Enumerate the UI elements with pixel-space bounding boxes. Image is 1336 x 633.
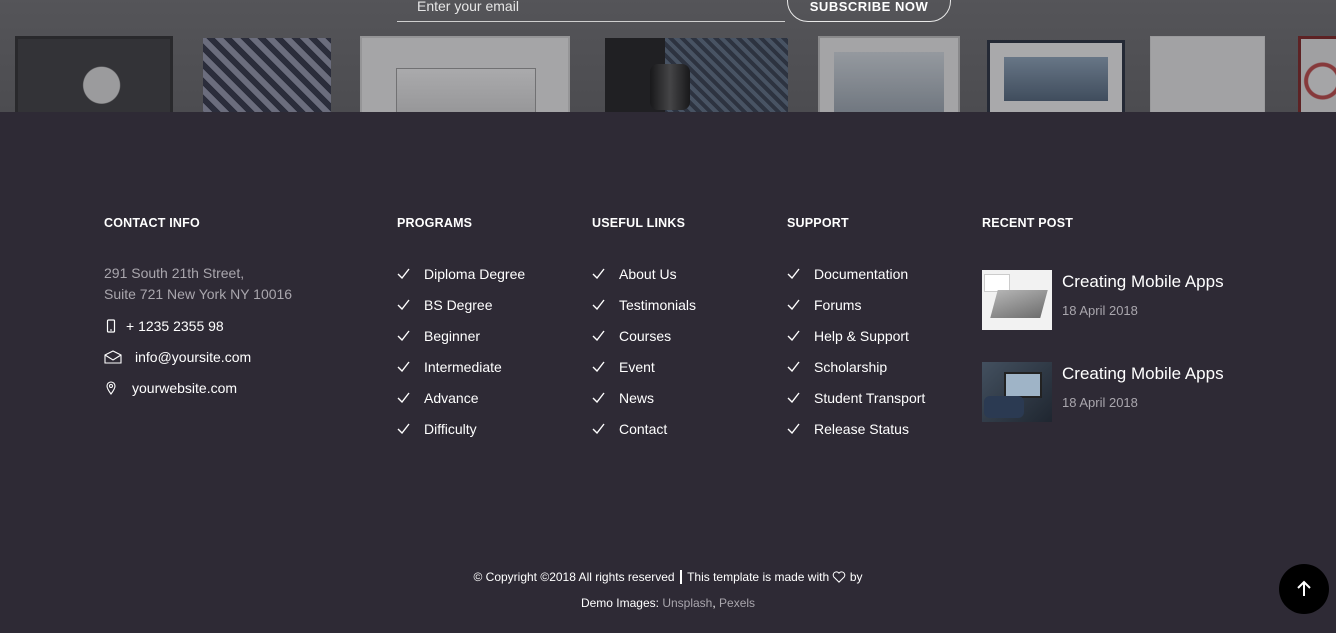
support-column: SUPPORT Documentation Forums Help & Supp… (787, 216, 967, 449)
programs-link[interactable]: Diploma Degree (397, 263, 577, 284)
phone-number: + 1235 2355 98 (126, 317, 224, 334)
support-link[interactable]: Help & Support (787, 325, 967, 346)
check-icon (397, 361, 424, 372)
post-thumbnail[interactable] (982, 362, 1052, 422)
newsletter-form: SUBSCRIBE NOW (397, 0, 957, 24)
programs-list: Diploma Degree BS Degree Beginner Interm… (397, 263, 577, 439)
useful-links-heading: USEFUL LINKS (592, 216, 686, 230)
check-icon (787, 423, 814, 434)
made-with-text: This template is made with (687, 570, 830, 584)
gallery-banner: SUBSCRIBE NOW (0, 0, 1336, 112)
post-date: 18 April 2018 (1062, 303, 1138, 318)
map-pin-icon (104, 380, 132, 395)
support-link[interactable]: Documentation (787, 263, 967, 284)
heart-icon (832, 571, 846, 586)
arrow-up-icon (1295, 580, 1313, 598)
programs-link[interactable]: Beginner (397, 325, 577, 346)
email-row[interactable]: info@yoursite.com (104, 346, 364, 367)
check-icon (787, 361, 814, 372)
check-icon (787, 268, 814, 279)
check-icon (397, 423, 424, 434)
copyright-line: © Copyright ©2018 All rights reserved Th… (0, 570, 1336, 586)
contact-info-heading: CONTACT INFO (104, 216, 200, 230)
useful-link[interactable]: Courses (592, 325, 772, 346)
check-icon (787, 392, 814, 403)
email-input[interactable] (397, 0, 785, 22)
useful-link[interactable]: Event (592, 356, 772, 377)
programs-column: PROGRAMS Diploma Degree BS Degree Beginn… (397, 216, 577, 449)
address: 291 South 21th Street, Suite 721 New Yor… (104, 265, 293, 302)
post-title[interactable]: Creating Mobile Apps (1062, 364, 1224, 384)
useful-links-column: USEFUL LINKS About Us Testimonials Cours… (592, 216, 772, 449)
check-icon (592, 361, 619, 372)
check-icon (397, 392, 424, 403)
check-icon (787, 330, 814, 341)
support-link[interactable]: Scholarship (787, 356, 967, 377)
useful-link[interactable]: News (592, 387, 772, 408)
website-row[interactable]: yourwebsite.com (104, 377, 364, 398)
check-icon (592, 268, 619, 279)
site-footer: CONTACT INFO 291 South 21th Street, Suit… (0, 112, 1336, 633)
programs-link[interactable]: Difficulty (397, 418, 577, 439)
back-to-top-button[interactable] (1279, 564, 1329, 614)
check-icon (397, 268, 424, 279)
by-text: by (849, 570, 863, 584)
useful-link[interactable]: About Us (592, 263, 772, 284)
post-thumbnail[interactable] (982, 270, 1052, 330)
recent-post-heading: RECENT POST (982, 216, 1074, 230)
recent-post-item[interactable]: Creating Mobile Apps 18 April 2018 (982, 270, 1282, 330)
support-heading: SUPPORT (787, 216, 849, 230)
check-icon (397, 330, 424, 341)
programs-link[interactable]: Advance (397, 387, 577, 408)
programs-link[interactable]: Intermediate (397, 356, 577, 377)
support-list: Documentation Forums Help & Support Scho… (787, 263, 967, 439)
demo-images-credit: Demo Images: Unsplash, Pexels (580, 596, 756, 610)
envelope-icon (104, 349, 135, 364)
support-link[interactable]: Forums (787, 294, 967, 315)
website-url: yourwebsite.com (132, 379, 238, 396)
post-date: 18 April 2018 (1062, 395, 1138, 410)
page: SUBSCRIBE NOW CONTACT INFO 291 South 21t… (0, 0, 1336, 633)
check-icon (787, 299, 814, 310)
contact-info-column: CONTACT INFO 291 South 21th Street, Suit… (104, 216, 364, 398)
recent-post-item[interactable]: Creating Mobile Apps 18 April 2018 (982, 362, 1282, 422)
recent-post-column: RECENT POST Creating Mobile Apps 18 Apri… (982, 216, 1282, 422)
subscribe-button[interactable]: SUBSCRIBE NOW (787, 0, 951, 22)
check-icon (592, 392, 619, 403)
unsplash-link[interactable]: Unsplash (662, 596, 712, 610)
phone-row[interactable]: + 1235 2355 98 (104, 315, 364, 336)
check-icon (592, 330, 619, 341)
check-icon (592, 423, 619, 434)
post-title[interactable]: Creating Mobile Apps (1062, 272, 1224, 292)
divider (679, 570, 682, 584)
support-link[interactable]: Student Transport (787, 387, 967, 408)
mobile-phone-icon (104, 318, 126, 333)
pexels-link[interactable]: Pexels (719, 596, 755, 610)
support-link[interactable]: Release Status (787, 418, 967, 439)
email-address: info@yoursite.com (135, 348, 252, 365)
useful-link[interactable]: Testimonials (592, 294, 772, 315)
useful-links-list: About Us Testimonials Courses Event News… (592, 263, 772, 439)
copyright-text: © Copyright ©2018 All rights reserved (473, 570, 675, 584)
programs-link[interactable]: BS Degree (397, 294, 577, 315)
useful-link[interactable]: Contact (592, 418, 772, 439)
check-icon (397, 299, 424, 310)
check-icon (592, 299, 619, 310)
programs-heading: PROGRAMS (397, 216, 473, 230)
